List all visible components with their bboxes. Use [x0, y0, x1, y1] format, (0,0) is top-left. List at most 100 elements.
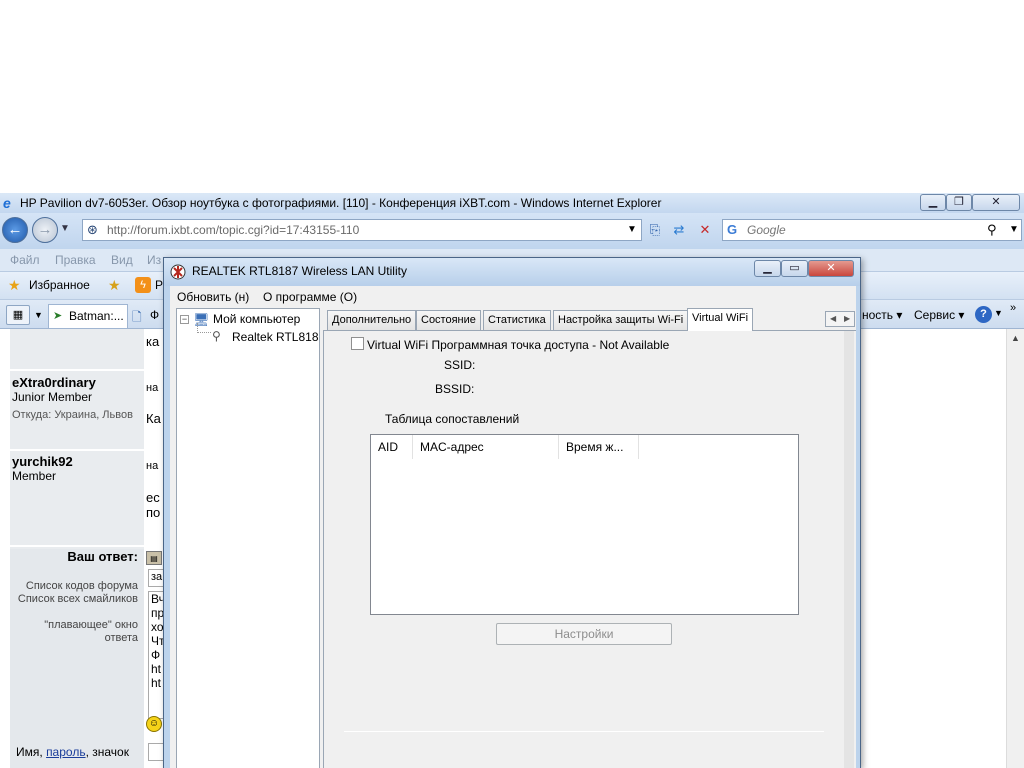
reply-textarea[interactable]: Вч пр хо Чт Ф ht ht	[148, 591, 164, 719]
tab-label-partial[interactable]: Ф	[150, 308, 159, 322]
post-author: yurchik92 Member	[12, 454, 73, 483]
minimize-button[interactable]: ▁	[920, 194, 946, 211]
post-content-strip: ка на Ка на ес по ▤ за Вч пр хо Чт Ф ht …	[146, 329, 164, 768]
tab-scroll-left-icon[interactable]: ◀	[830, 312, 836, 326]
tools-menu[interactable]: Сервис ▾	[914, 308, 964, 322]
help-dropdown-icon[interactable]: ▼	[994, 308, 1003, 318]
name-label: Имя,	[16, 745, 43, 759]
menu-file[interactable]: Файл	[10, 253, 40, 267]
password-link[interactable]: пароль	[46, 745, 86, 759]
user-role: Junior Member	[12, 390, 93, 404]
softap-checkbox[interactable]	[351, 337, 364, 350]
floating-window-link-2[interactable]: ответа	[10, 632, 138, 644]
title-input[interactable]: за	[148, 569, 164, 587]
safety-menu-partial[interactable]: ность ▾	[862, 308, 902, 322]
menu-edit[interactable]: Правка	[55, 253, 96, 267]
device-tree[interactable]: − 🖥 Мой компьютер ⚲ Realtek RTL818	[176, 308, 320, 768]
address-bar[interactable]: ⊛ http://forum.ixbt.com/topic.cgi?id=17:…	[82, 219, 642, 241]
search-box[interactable]: G Google ⚲ ▼	[722, 219, 1022, 241]
favorites-button[interactable]: Избранное	[29, 278, 90, 292]
scroll-up-icon[interactable]: ▲	[1011, 333, 1020, 343]
reply-heading: Ваш ответ:	[67, 549, 138, 564]
tab-scroll-right-icon[interactable]: ▶	[844, 312, 850, 326]
tab-icon[interactable]: 🗋	[132, 308, 142, 329]
realtek-dialog: REALTEK RTL8187 Wireless LAN Utility ▁ ▭…	[163, 257, 861, 768]
dialog-menu-bar: Обновить (н) О программе (О)	[170, 286, 856, 308]
post-text: ка	[146, 334, 160, 349]
forward-button[interactable]: →	[32, 217, 58, 243]
icon-label: , значок	[85, 745, 129, 759]
menu-favorites[interactable]: Из	[147, 253, 161, 267]
ie-navigation-bar: ← → ▼ ⊛ http://forum.ixbt.com/topic.cgi?…	[0, 213, 1024, 249]
divider	[344, 731, 824, 732]
tree-item-realtek[interactable]: Realtek RTL818	[232, 330, 319, 344]
toolbar-icon[interactable]: ▤	[146, 551, 162, 565]
username[interactable]: yurchik92	[12, 454, 73, 469]
realtek-logo-icon	[170, 264, 186, 280]
ssid-label: SSID:	[444, 358, 476, 372]
menu-about[interactable]: О программе (О)	[263, 290, 357, 304]
username[interactable]: eXtra0rdinary	[12, 375, 133, 390]
rss-icon[interactable]: ϟ	[135, 277, 151, 293]
smiles-list-link[interactable]: Список всех смайликов	[10, 593, 138, 605]
tab-list-dropdown-icon[interactable]: ▼	[34, 310, 43, 320]
close-button[interactable]: ✕	[972, 194, 1020, 211]
menu-view[interactable]: Вид	[111, 253, 133, 267]
favorites-star-icon: ★	[8, 277, 21, 293]
google-icon: G	[727, 222, 738, 237]
tree-item-my-computer[interactable]: Мой компьютер	[213, 312, 300, 326]
favorites-item[interactable]: Р	[155, 278, 163, 292]
virtual-wifi-page: Virtual WiFi Программная точка доступа -…	[323, 330, 856, 768]
smiley-icon[interactable]: ☺	[146, 716, 162, 732]
tab-virtual-wifi[interactable]: Virtual WiFi	[687, 308, 754, 331]
tab-batman[interactable]: ➤ Batman:...	[48, 304, 128, 328]
column-header-aid[interactable]: AID	[371, 435, 413, 459]
back-button[interactable]: ←	[2, 217, 28, 243]
tab-statistics[interactable]: Статистика	[483, 310, 551, 330]
dialog-titlebar: REALTEK RTL8187 Wireless LAN Utility ▁ ▭…	[164, 258, 860, 286]
help-icon[interactable]: ?	[975, 306, 992, 323]
forum-sidebar: eXtra0rdinary Junior Member Откуда: Укра…	[10, 329, 144, 768]
tab-scroll-buttons: ◀ ▶	[825, 311, 855, 327]
tab-favicon: ➤	[53, 310, 63, 322]
tree-collapse-icon[interactable]: −	[180, 315, 189, 324]
search-icon[interactable]: ⚲	[987, 222, 997, 238]
maximize-button[interactable]: ❐	[946, 194, 972, 211]
user-role: Member	[12, 469, 57, 483]
quick-tabs-icon[interactable]: ▦	[6, 305, 30, 325]
softap-label: Virtual WiFi Программная точка доступа -…	[367, 338, 670, 352]
tab-status[interactable]: Состояние	[416, 310, 481, 330]
search-placeholder: Google	[747, 223, 786, 237]
more-tools-icon[interactable]: »	[1010, 302, 1016, 314]
history-dropdown-icon[interactable]: ▼	[60, 223, 70, 234]
compat-view-icon[interactable]: ⎘	[644, 219, 666, 241]
floating-window-link[interactable]: "плавающее" окно	[10, 619, 138, 631]
bssid-label: BSSID:	[435, 382, 475, 396]
stop-icon[interactable]: ✕	[694, 219, 716, 241]
add-favorites-icon[interactable]: ★	[108, 277, 121, 294]
settings-button[interactable]: Настройки	[496, 623, 672, 645]
post-text: на	[146, 382, 159, 394]
column-header-mac[interactable]: MAC-адрес	[413, 435, 559, 459]
dialog-body: − 🖥 Мой компьютер ⚲ Realtek RTL818 Допол…	[170, 308, 856, 768]
dialog-maximize-button[interactable]: ▭	[781, 260, 808, 277]
column-header-time[interactable]: Время ж...	[559, 435, 639, 459]
dialog-minimize-button[interactable]: ▁	[754, 260, 781, 277]
forum-codes-link[interactable]: Список кодов форума	[10, 580, 138, 592]
menu-refresh[interactable]: Обновить (н)	[177, 290, 249, 304]
tab-wps-settings[interactable]: Настройка защиты Wi-Fi	[553, 310, 689, 330]
dialog-close-button[interactable]: ✕	[808, 260, 854, 277]
address-dropdown-icon[interactable]: ▼	[627, 224, 637, 235]
refresh-icon[interactable]: ⇄	[668, 219, 690, 241]
tab-panel: Дополнительно Состояние Статистика Настр…	[323, 308, 856, 768]
search-dropdown-icon[interactable]: ▼	[1009, 224, 1019, 235]
ie-titlebar: e HP Pavilion dv7-6053er. Обзор ноутбука…	[0, 193, 1024, 213]
page-scrollbar[interactable]: ▲	[1006, 329, 1024, 768]
tab-advanced[interactable]: Дополнительно	[327, 310, 417, 330]
post-text: Ка	[146, 411, 161, 426]
name-input[interactable]	[148, 743, 164, 761]
association-table[interactable]: AID MAC-адрес Время ж...	[370, 434, 799, 615]
dialog-scrollbar[interactable]	[842, 331, 856, 768]
divider	[10, 545, 144, 547]
assoc-table-title: Таблица сопоставлений	[385, 412, 520, 426]
